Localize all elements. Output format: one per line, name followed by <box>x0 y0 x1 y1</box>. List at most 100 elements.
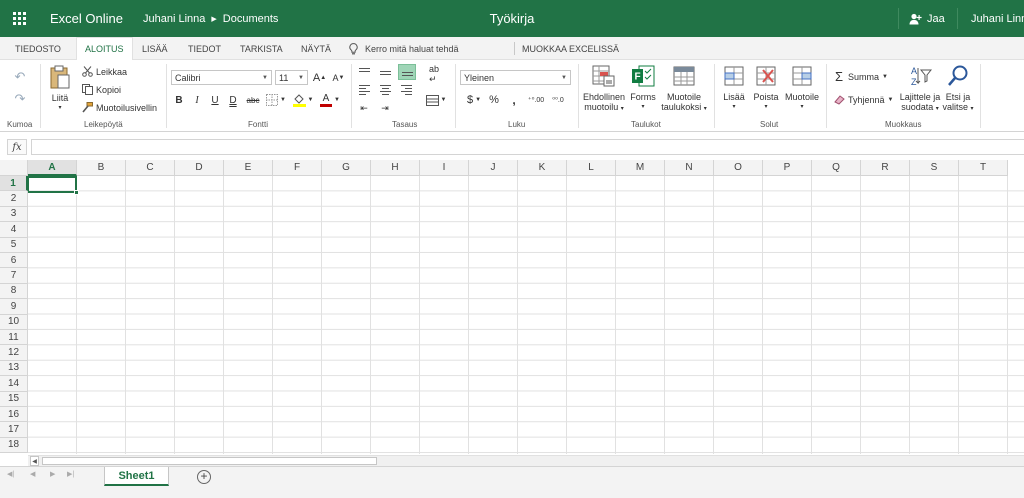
column-header[interactable]: F <box>273 160 322 176</box>
row-header[interactable]: 15 <box>0 391 28 407</box>
column-header[interactable]: Q <box>812 160 861 176</box>
font-name-select[interactable]: Calibri ▼ <box>171 70 272 85</box>
row-header[interactable]: 11 <box>0 330 28 346</box>
scrollbar-thumb[interactable] <box>42 457 377 465</box>
column-header[interactable]: R <box>861 160 910 176</box>
share-button[interactable]: Jaa <box>909 0 945 37</box>
column-header[interactable]: T <box>959 160 1008 176</box>
forms-button[interactable]: F Forms ▾ <box>629 64 657 112</box>
column-header[interactable]: G <box>322 160 371 176</box>
row-header[interactable]: 7 <box>0 268 28 284</box>
font-size-select[interactable]: 11 ▼ <box>275 70 308 85</box>
horizontal-scrollbar[interactable]: ◀ <box>28 455 1024 466</box>
prev-sheet-arrow-icon[interactable]: ◀ <box>30 470 35 478</box>
last-sheet-arrow-icon[interactable]: ▶| <box>67 470 74 478</box>
row-header[interactable]: 5 <box>0 237 28 253</box>
undo-icon[interactable]: ↶ <box>11 69 29 85</box>
column-header[interactable]: M <box>616 160 665 176</box>
delete-cells-button[interactable]: Poista ▾ <box>752 64 780 112</box>
wrap-text-button[interactable]: ab ↵ <box>426 64 442 84</box>
row-header[interactable]: 3 <box>0 206 28 223</box>
row-header[interactable]: 1 <box>0 176 28 192</box>
row-header[interactable]: 17 <box>0 422 28 438</box>
row-header[interactable]: 6 <box>0 253 28 269</box>
tell-me-box[interactable]: Kerro mitä haluat tehdä <box>349 37 459 60</box>
percent-button[interactable]: % <box>487 93 501 107</box>
first-sheet-arrow-icon[interactable]: ◀| <box>7 470 14 478</box>
cell-area[interactable] <box>28 176 1024 454</box>
align-top-button[interactable] <box>356 64 372 78</box>
strikethrough-button[interactable]: abc <box>245 93 261 107</box>
fill-handle[interactable] <box>74 190 79 195</box>
column-header[interactable]: L <box>567 160 616 176</box>
format-painter-button[interactable]: Muotoilusivellin <box>81 102 157 113</box>
breadcrumb-folder[interactable]: Documents <box>223 13 279 25</box>
row-header[interactable]: 4 <box>0 222 28 238</box>
format-cells-button[interactable]: Muotoile ▾ <box>782 64 822 112</box>
double-underline-button[interactable]: D <box>227 93 239 107</box>
number-format-select[interactable]: Yleinen ▼ <box>460 70 571 85</box>
row-header[interactable]: 14 <box>0 376 28 392</box>
row-header[interactable]: 18 <box>0 437 28 454</box>
tab-data[interactable]: TIEDOT <box>188 37 221 60</box>
formula-input[interactable] <box>31 139 1024 155</box>
tab-home[interactable]: ALOITUS <box>76 37 133 61</box>
align-middle-button[interactable] <box>377 64 393 78</box>
find-select-button[interactable]: Etsi ja valitse ▾ <box>942 64 974 114</box>
align-left-button[interactable] <box>356 83 372 97</box>
user-account[interactable]: Juhani Linn <box>971 0 1024 37</box>
format-as-table-button[interactable]: Muotoile taulukoksi ▾ <box>660 64 708 114</box>
row-header[interactable]: 13 <box>0 360 28 377</box>
underline-button[interactable]: U <box>209 93 221 107</box>
tab-file[interactable]: TIEDOSTO <box>15 37 61 60</box>
active-cell-cursor[interactable] <box>27 176 79 195</box>
select-all-corner[interactable] <box>0 160 28 176</box>
clear-button[interactable]: Tyhjennä ▼ <box>833 94 893 105</box>
column-header[interactable]: N <box>665 160 714 176</box>
paste-button[interactable]: Liitä ▾ <box>47 65 73 113</box>
align-center-button[interactable] <box>377 83 393 97</box>
row-header[interactable]: 10 <box>0 314 28 330</box>
column-header[interactable]: O <box>714 160 763 176</box>
app-launcher-icon[interactable] <box>0 0 38 37</box>
decrease-decimal-button[interactable]: ⁰⁰.0 <box>549 93 567 107</box>
increase-indent-button[interactable]: ⇥ <box>377 101 393 115</box>
column-header[interactable]: E <box>224 160 273 176</box>
column-header[interactable]: P <box>763 160 812 176</box>
add-sheet-button[interactable]: + <box>197 470 211 484</box>
breadcrumb-user[interactable]: Juhani Linna <box>143 13 205 25</box>
app-name[interactable]: Excel Online <box>50 0 123 37</box>
italic-button[interactable]: I <box>191 93 203 107</box>
row-header[interactable]: 12 <box>0 345 28 361</box>
conditional-formatting-button[interactable]: Ehdollinen muotoilu ▾ <box>581 64 627 114</box>
row-header[interactable]: 16 <box>0 407 28 423</box>
insert-function-button[interactable]: fx <box>7 139 27 155</box>
column-header[interactable]: D <box>175 160 224 176</box>
borders-button[interactable]: ▼ <box>264 93 288 107</box>
font-color-button[interactable]: A ▼ <box>318 92 342 108</box>
autosum-button[interactable]: Σ Summa ▼ <box>833 69 888 84</box>
tab-review[interactable]: TARKISTA <box>240 37 283 60</box>
column-header[interactable]: K <box>518 160 567 176</box>
comma-style-button[interactable]: , <box>507 93 521 107</box>
column-header[interactable]: S <box>910 160 959 176</box>
increase-decimal-button[interactable]: ⁺⁰.00 <box>527 93 545 107</box>
tab-view[interactable]: NÄYTÄ <box>301 37 331 60</box>
row-header[interactable]: 2 <box>0 191 28 207</box>
bold-button[interactable]: B <box>173 93 185 107</box>
redo-icon[interactable]: ↷ <box>11 91 29 107</box>
column-header[interactable]: C <box>126 160 175 176</box>
copy-button[interactable]: Kopioi <box>81 84 121 95</box>
row-header[interactable]: 8 <box>0 283 28 300</box>
merge-center-button[interactable]: ▼ <box>424 92 448 108</box>
cut-button[interactable]: Leikkaa <box>81 66 127 77</box>
column-header[interactable]: J <box>469 160 518 176</box>
decrease-indent-button[interactable]: ⇤ <box>356 101 372 115</box>
sheet-tab-sheet1[interactable]: Sheet1 <box>104 467 169 486</box>
align-bottom-button[interactable] <box>398 64 416 80</box>
scroll-left-arrow-icon[interactable]: ◀ <box>30 456 39 466</box>
column-header[interactable]: H <box>371 160 420 176</box>
next-sheet-arrow-icon[interactable]: ▶ <box>50 470 55 478</box>
row-header[interactable]: 9 <box>0 299 28 315</box>
align-right-button[interactable] <box>398 83 414 97</box>
